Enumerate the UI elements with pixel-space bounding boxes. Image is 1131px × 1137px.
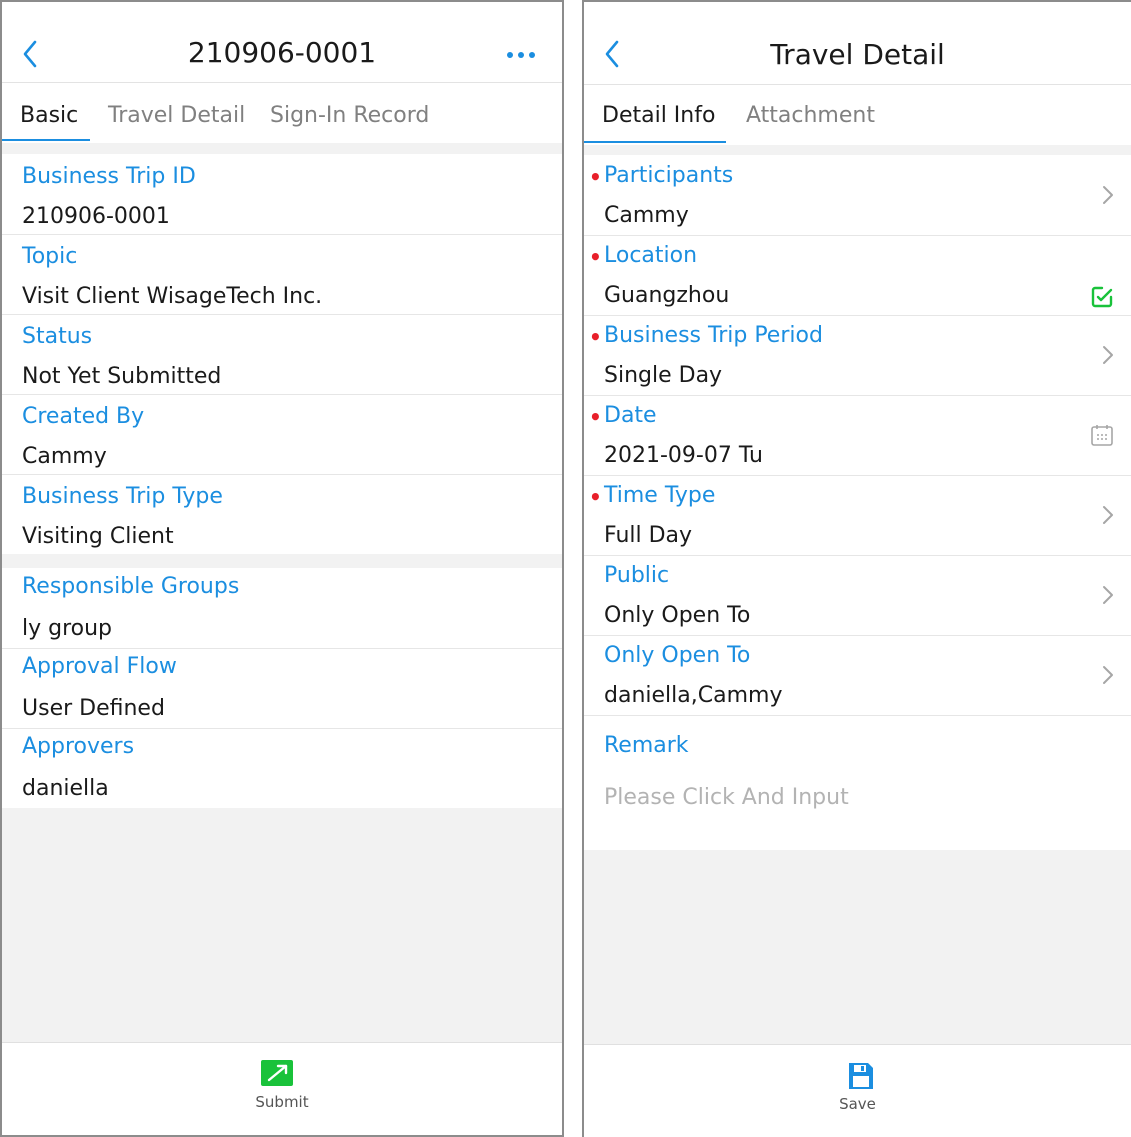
field-label: Public (604, 563, 670, 588)
chevron-right-icon (1103, 186, 1113, 204)
field-label: Approval Flow (22, 654, 177, 679)
required-marker: • (589, 165, 602, 189)
field-value: Visiting Client (22, 524, 174, 549)
field-status: Status Not Yet Submitted (2, 314, 562, 395)
field-business-trip-type: Business Trip Type Visiting Client (2, 474, 562, 554)
page-title: 210906-0001 (187, 36, 377, 69)
more-options-icon[interactable] (507, 52, 535, 58)
field-approvers: Approvers daniella (2, 728, 562, 808)
field-label: Only Open To (604, 643, 751, 668)
field-value: User Defined (22, 696, 165, 721)
tab-basic[interactable]: Basic (20, 103, 78, 128)
field-label: Remark (604, 733, 689, 758)
active-tab-indicator (584, 141, 726, 143)
field-label: Business Trip Period (604, 323, 823, 348)
tab-attachment[interactable]: Attachment (746, 103, 875, 128)
field-responsible-groups: Responsible Groups ly group (2, 568, 562, 649)
chevron-right-icon (1103, 586, 1113, 604)
field-topic: Topic Visit Client WisageTech Inc. (2, 234, 562, 315)
field-value: Full Day (604, 523, 693, 548)
active-tab-indicator (2, 139, 90, 141)
field-label: Participants (604, 163, 734, 188)
field-label: Status (22, 324, 93, 349)
field-approval-flow: Approval Flow User Defined (2, 648, 562, 729)
field-location[interactable]: • Location Guangzhou (584, 235, 1131, 316)
field-label: Created By (22, 404, 145, 429)
field-label: Location (604, 243, 698, 268)
detail-form: • Participants Cammy • Location Guangzho… (584, 155, 1131, 850)
field-date[interactable]: • Date 2021-09-07 Tu (584, 395, 1131, 476)
bottom-toolbar: Submit (2, 1042, 562, 1135)
field-created-by: Created By Cammy (2, 394, 562, 475)
field-business-trip-period[interactable]: • Business Trip Period Single Day (584, 315, 1131, 396)
field-value: Guangzhou (604, 283, 730, 308)
submit-label: Submit (255, 1093, 309, 1111)
top-bar: 210906-0001 (2, 2, 562, 82)
field-business-trip-id: Business Trip ID 210906-0001 (2, 154, 562, 235)
field-label: Approvers (22, 734, 135, 759)
page-title: Travel Detail (770, 38, 945, 71)
bottom-toolbar: Save (584, 1044, 1131, 1137)
field-label: Time Type (604, 483, 716, 508)
field-value: 210906-0001 (22, 204, 170, 229)
required-marker: • (589, 245, 602, 269)
chevron-right-icon (1103, 666, 1113, 684)
field-label: Topic (22, 244, 78, 269)
field-value: daniella,Cammy (604, 683, 783, 708)
remark-input[interactable]: Please Click And Input (604, 785, 849, 810)
calendar-icon[interactable] (1090, 423, 1114, 447)
field-label: Responsible Groups (22, 574, 240, 599)
field-only-open-to[interactable]: Only Open To daniella,Cammy (584, 635, 1131, 716)
field-label: Business Trip ID (22, 164, 196, 189)
submit-button[interactable]: Submit (2, 1043, 562, 1135)
basic-section: Business Trip ID 210906-0001 Topic Visit… (2, 154, 562, 554)
field-value: Cammy (604, 203, 689, 228)
tab-travel-detail[interactable]: Travel Detail (108, 103, 245, 128)
tab-detail-info[interactable]: Detail Info (602, 103, 715, 128)
save-button[interactable]: Save (584, 1045, 1131, 1137)
approval-section: Responsible Groups ly group Approval Flo… (2, 568, 562, 808)
field-public[interactable]: Public Only Open To (584, 555, 1131, 636)
travel-detail-screen: Travel Detail Detail Info Attachment • P… (582, 0, 1131, 1137)
edit-check-icon[interactable] (1090, 285, 1114, 309)
submit-icon (261, 1060, 293, 1086)
tab-bar: Detail Info Attachment (584, 84, 1131, 145)
field-value: Cammy (22, 444, 107, 469)
chevron-right-icon (1103, 506, 1113, 524)
required-marker: • (589, 405, 602, 429)
field-time-type[interactable]: • Time Type Full Day (584, 475, 1131, 556)
field-label: Date (604, 403, 657, 428)
save-label: Save (839, 1095, 876, 1113)
field-value: ly group (22, 616, 113, 641)
required-marker: • (589, 485, 602, 509)
field-value: daniella (22, 776, 109, 801)
field-remark: Remark Please Click And Input (584, 715, 1131, 850)
field-value: Single Day (604, 363, 723, 388)
field-value: Not Yet Submitted (22, 364, 222, 389)
top-bar: Travel Detail (584, 2, 1131, 84)
required-marker: • (589, 325, 602, 349)
field-value: Only Open To (604, 603, 751, 628)
tab-sign-in-record[interactable]: Sign-In Record (270, 103, 429, 128)
field-participants[interactable]: • Participants Cammy (584, 155, 1131, 236)
field-value: 2021-09-07 Tu (604, 443, 763, 468)
chevron-right-icon (1103, 346, 1113, 364)
field-label: Business Trip Type (22, 484, 223, 509)
business-trip-screen: 210906-0001 Basic Travel Detail Sign-In … (0, 0, 564, 1137)
save-icon (849, 1063, 873, 1089)
field-value: Visit Client WisageTech Inc. (22, 284, 323, 309)
tab-bar: Basic Travel Detail Sign-In Record (2, 82, 562, 143)
